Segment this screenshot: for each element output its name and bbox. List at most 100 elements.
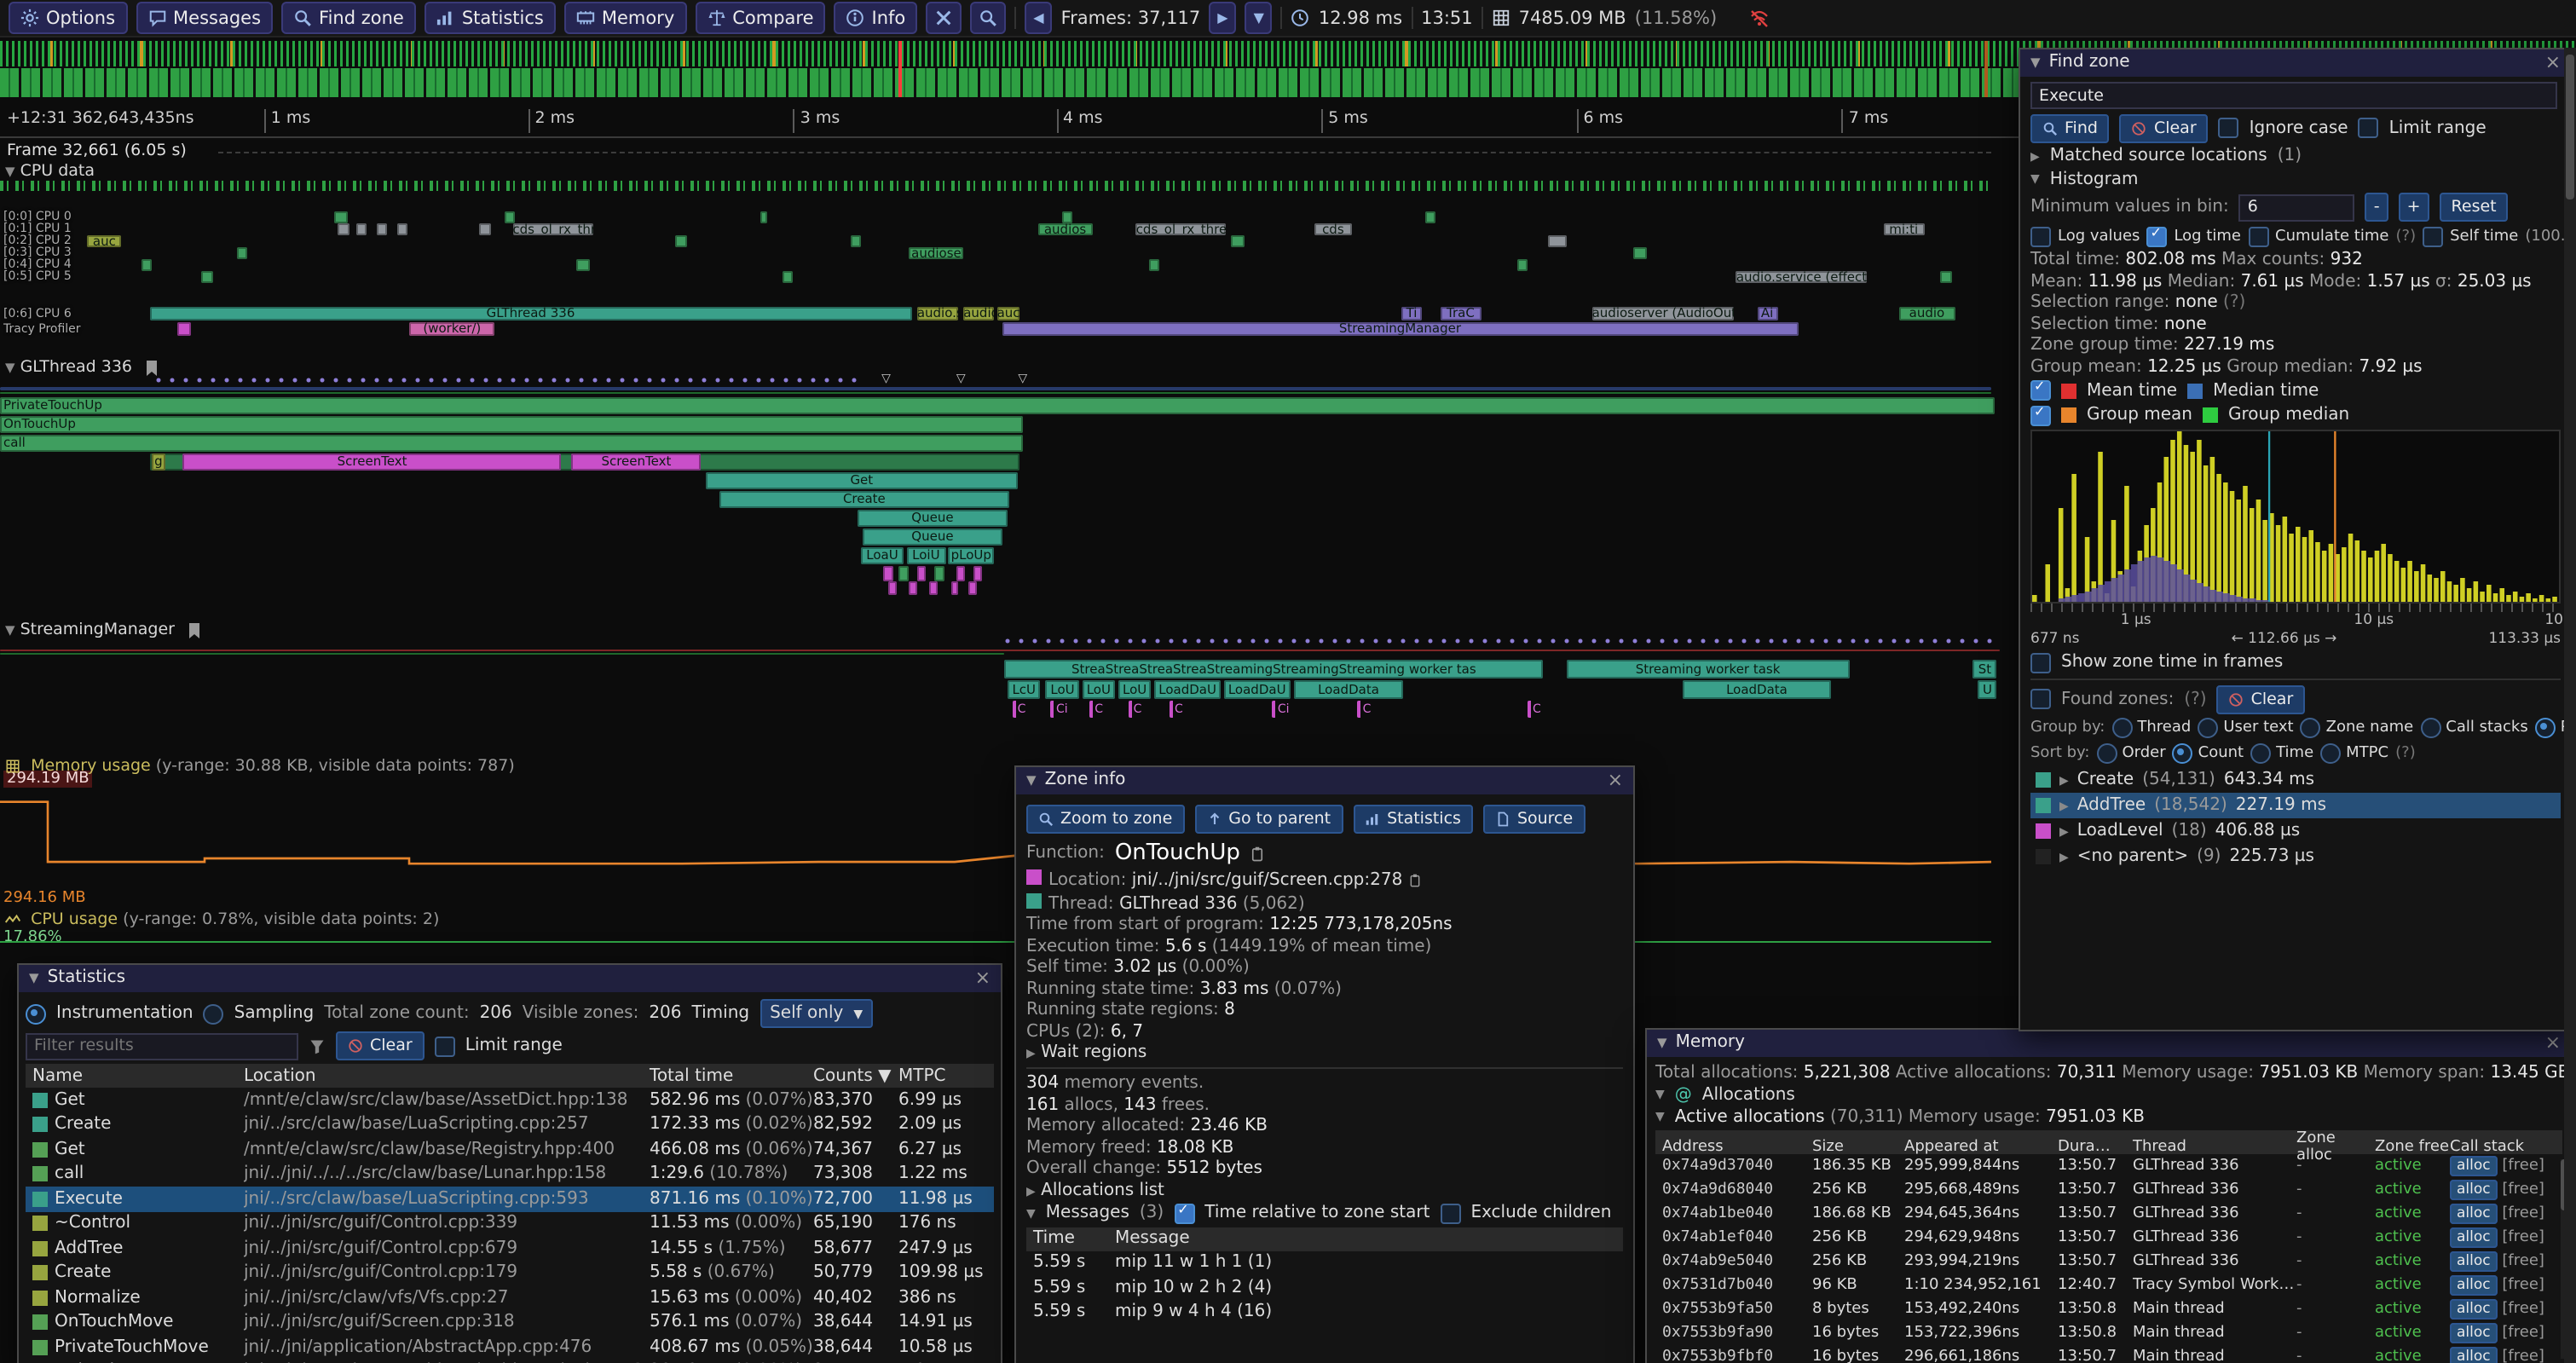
min-bin-decrease-button[interactable]: -	[2365, 193, 2388, 222]
timeline-zone[interactable]	[1517, 259, 1528, 271]
timeline-zone[interactable]: StreamingManager	[1002, 322, 1799, 336]
allocation-appeared-at[interactable]: 153,492,240ns	[1904, 1300, 2058, 1317]
group-by-option[interactable]: User text	[2198, 718, 2293, 738]
streaming-manager-header[interactable]: ▼StreamingManager	[5, 621, 200, 639]
alloc-callstack-button[interactable]: alloc	[2450, 1227, 2498, 1247]
found-zone-group-row[interactable]: ▶ LoadLevel (18) 406.88 µs	[2030, 818, 2561, 844]
timeline-zone[interactable]: ScreenText	[572, 453, 701, 471]
table-row[interactable]: Unload jni/../jni/src/claw/graphics/pixe…	[26, 1360, 994, 1363]
messages-table-header[interactable]: TimeMessage	[1026, 1227, 1623, 1250]
statistics-button[interactable]: Statistics	[425, 2, 556, 34]
allocation-appeared-at[interactable]: 295,668,489ns	[1904, 1181, 2058, 1198]
find-button[interactable]: Find	[2030, 113, 2110, 142]
timeline-zone[interactable]: audioserver (AudioOut_D)	[1592, 307, 1734, 321]
log-time-checkbox[interactable]	[2146, 226, 2167, 246]
table-row[interactable]: AddTree jni/../jni/src/guif/Control.cpp:…	[26, 1236, 994, 1261]
timeline-zone[interactable]: mi:ti	[1883, 223, 1924, 235]
message-row[interactable]: 5.59 s mip 9 w 4 h 4 (16)	[1026, 1300, 1623, 1325]
allocation-row[interactable]: 0x74a9d68040 256 KB 295,668,489ns 13:50.…	[1655, 1177, 2562, 1201]
timeline-zone[interactable]: audio.se	[917, 307, 958, 321]
table-row[interactable]: Get /mnt/e/claw/src/claw/base/Registry.h…	[26, 1137, 994, 1162]
go-to-parent-button[interactable]: Go to parent	[1194, 805, 1343, 834]
table-row[interactable]: OnTouchMove jni/../jni/src/guif/Screen.c…	[26, 1310, 994, 1335]
statistics-table-header[interactable]: NameLocation Total timeCounts ▼ MTPC	[26, 1064, 994, 1088]
location-value[interactable]: jni/../jni/src/guif/Screen.cpp:278	[1132, 871, 1403, 890]
timeline-zone[interactable]	[884, 566, 893, 581]
allocation-appeared-at[interactable]: 295,999,844ns	[1904, 1157, 2058, 1174]
sort-by-option[interactable]: Time	[2250, 742, 2313, 763]
table-row[interactable]: Create jni/../jni/src/guif/Control.cpp:1…	[26, 1261, 994, 1285]
options-button[interactable]: Options	[9, 2, 127, 34]
memory-panel-header[interactable]: ▼ Memory ×	[1647, 1030, 2571, 1057]
timeline-zone[interactable]: Ci	[1273, 701, 1306, 718]
allocation-address[interactable]: 0x7553b9fa90	[1662, 1324, 1812, 1341]
time-relative-checkbox[interactable]	[1174, 1203, 1194, 1223]
goto-frame-button[interactable]	[970, 2, 1006, 34]
zone-statistics-button[interactable]: Statistics	[1353, 805, 1473, 834]
clear-button[interactable]: Clear	[2120, 113, 2209, 142]
timeline-zone[interactable]: g	[152, 453, 165, 471]
messages-button[interactable]: Messages	[136, 2, 273, 34]
timeline-zone[interactable]: Ci	[1051, 701, 1084, 718]
alloc-callstack-button[interactable]: alloc	[2450, 1155, 2498, 1175]
timeline-zone[interactable]	[675, 235, 688, 247]
collapse-arrow-icon[interactable]: ▼	[1026, 1206, 1036, 1220]
timeline-zone[interactable]: C	[1170, 701, 1198, 718]
timeline-zone[interactable]: call	[0, 435, 1024, 452]
message-row[interactable]: 5.59 s mip 10 w 2 h 2 (4)	[1026, 1275, 1623, 1300]
allocation-row[interactable]: 0x7553b9fbf0 16 bytes 296,661,186ns 13:5…	[1655, 1344, 2562, 1363]
reset-button[interactable]: Reset	[2440, 193, 2509, 222]
timeline-zone[interactable]: audio.service (effect)	[1736, 271, 1868, 283]
timeline-zone[interactable]	[1424, 211, 1435, 223]
funnel-icon[interactable]	[309, 1037, 326, 1054]
limit-range-checkbox[interactable]	[2359, 118, 2379, 138]
table-row[interactable]: Get /mnt/e/claw/src/claw/base/AssetDict.…	[26, 1088, 994, 1112]
group-by-option[interactable]: Thread	[2111, 718, 2191, 738]
timeline-zone[interactable]: audios	[1038, 223, 1092, 235]
exclude-children-checkbox[interactable]	[1440, 1203, 1460, 1223]
zone-info-panel-header[interactable]: ▼ Zone info ×	[1016, 767, 1633, 794]
zoom-to-zone-button[interactable]: Zoom to zone	[1026, 805, 1184, 834]
allocation-appeared-at[interactable]: 1:10 234,952,161	[1904, 1276, 2058, 1293]
min-bin-input[interactable]	[2239, 193, 2355, 221]
allocation-address[interactable]: 0x7553b9fbf0	[1662, 1348, 1812, 1363]
timeline-zone[interactable]: C	[1089, 701, 1118, 718]
timeline-zone[interactable]: Queue	[863, 528, 1002, 546]
timeline-zone[interactable]: pLoUp	[948, 547, 994, 564]
close-icon[interactable]: ×	[975, 965, 991, 992]
table-row[interactable]: call jni/../jni/../../../src/claw/base/L…	[26, 1162, 994, 1187]
table-row[interactable]: ~Control jni/../jni/src/guif/Control.cpp…	[26, 1211, 994, 1236]
timeline-zone[interactable]	[935, 566, 944, 581]
timeline-zone[interactable]: LoadData	[1293, 680, 1404, 699]
allocation-row[interactable]: 0x7531d7b040 96 KB 1:10 234,952,161 12:4…	[1655, 1273, 2562, 1297]
cumulate-time-checkbox[interactable]	[2248, 226, 2268, 246]
close-icon[interactable]: ×	[2545, 49, 2561, 77]
cpu-usage-plot-header[interactable]: CPU usage (y-range: 0.78%, visible data …	[5, 910, 439, 929]
timeline-zone[interactable]	[201, 271, 214, 283]
show-zone-time-checkbox[interactable]	[2030, 652, 2051, 673]
timeline-zone[interactable]: C	[1528, 701, 1556, 718]
memory-table-header[interactable]: AddressSize Appeared atDura… ThreadZone …	[1655, 1129, 2562, 1153]
bookmark-icon[interactable]	[144, 359, 158, 376]
allocation-row[interactable]: 0x74ab1be040 186.68 KB 294,645,364ns 13:…	[1655, 1201, 2562, 1225]
timeline-zone[interactable]	[930, 581, 938, 595]
timeline-zone[interactable]: audio.	[963, 307, 994, 321]
allocation-row[interactable]: 0x74ab1ef040 256 KB 294,629,948ns 13:50.…	[1655, 1225, 2562, 1249]
alloc-callstack-button[interactable]: alloc	[2450, 1274, 2498, 1295]
timeline-zone[interactable]: StreaStreaStreaStreaStreamingStreamingSt…	[1005, 660, 1544, 679]
table-row[interactable]: Normalize jni/../jni/src/claw/vfs/Vfs.cp…	[26, 1285, 994, 1310]
allocation-appeared-at[interactable]: 153,722,396ns	[1904, 1324, 2058, 1341]
timeline-zone[interactable]: auc	[88, 235, 121, 247]
timeline-zone[interactable]	[237, 247, 247, 259]
timeline-zone[interactable]: TraC	[1440, 307, 1481, 321]
timeline-zone[interactable]: LoaU	[860, 547, 904, 564]
timeline-zone[interactable]	[917, 566, 927, 581]
app-scrollbar[interactable]	[2564, 48, 2576, 1363]
timeline-zone[interactable]: LoadDaU	[1154, 680, 1222, 699]
allocation-row[interactable]: 0x74ab9e5040 256 KB 293,994,219ns 13:50.…	[1655, 1249, 2562, 1273]
sort-by-option[interactable]: Count	[2173, 742, 2244, 763]
timeline-zone[interactable]: U	[1978, 680, 1996, 699]
found-zones-checkbox[interactable]	[2030, 689, 2051, 709]
timeline-zone[interactable]: LoadDaU	[1223, 680, 1291, 699]
found-zone-group-row[interactable]: ▶ AddTree (18,542) 227.19 ms	[2030, 793, 2561, 818]
